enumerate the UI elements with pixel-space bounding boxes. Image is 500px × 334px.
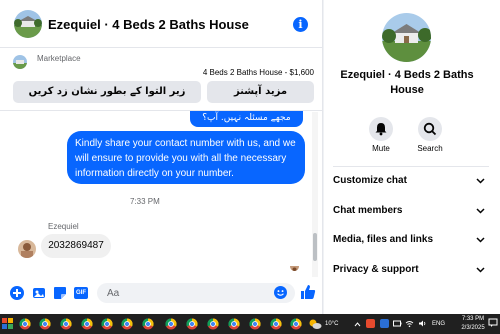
taskbar-app-icon[interactable]: [101, 318, 113, 330]
tray-app-icon[interactable]: [366, 319, 375, 328]
marketplace-card: Marketplace 4 Beds 2 Baths House - $1,60…: [0, 48, 322, 111]
profile-title: Ezequiel · 4 Beds 2 Baths House: [340, 69, 474, 96]
taskbar-app-icon[interactable]: [142, 318, 154, 330]
taskbar-app-icon[interactable]: [207, 318, 219, 330]
chat-panel: Ezequiel · 4 Beds 2 Baths House i Market…: [0, 0, 323, 314]
chat-title[interactable]: Ezequiel · 4 Beds 2 Baths House: [48, 17, 249, 32]
mark-pending-button[interactable]: زیر التوا کے بطور نشان زد کریں: [13, 81, 201, 103]
gif-icon[interactable]: GIF: [74, 287, 88, 299]
plus-icon[interactable]: [10, 286, 24, 300]
media-files-links-label: Media, files and links: [333, 234, 434, 245]
mute-button[interactable]: [369, 117, 393, 141]
sender-avatar[interactable]: [18, 240, 36, 258]
panel-divider: [333, 166, 489, 167]
chevron-down-icon: [476, 178, 485, 184]
input-language[interactable]: ENG: [432, 314, 445, 334]
notification-icon[interactable]: [488, 318, 498, 328]
chevron-down-icon: [476, 208, 485, 214]
weather-temperature[interactable]: 10°C: [325, 314, 338, 334]
battery-icon[interactable]: [393, 319, 402, 328]
privacy-support-label: Privacy & support: [333, 264, 419, 275]
more-options-button[interactable]: مزید آپشنز: [207, 81, 314, 103]
weather-icon[interactable]: [308, 317, 322, 331]
outgoing-message[interactable]: Kindly share your contact number with us…: [67, 131, 305, 184]
messenger-window: Ezequiel · 4 Beds 2 Baths House i Market…: [0, 0, 500, 314]
listing-title-price[interactable]: 4 Beds 2 Baths House - $1,600: [203, 68, 314, 77]
search-icon: [423, 122, 437, 136]
customize-chat-label: Customize chat: [333, 175, 407, 186]
taskbar-app-icon[interactable]: [165, 318, 177, 330]
info-icon[interactable]: i: [293, 17, 308, 32]
chat-header: Ezequiel · 4 Beds 2 Baths House i: [0, 0, 322, 48]
taskbar-app-icon[interactable]: [290, 318, 302, 330]
taskbar-app-icon[interactable]: [186, 318, 198, 330]
media-files-links-row[interactable]: Media, files and links: [333, 229, 485, 251]
start-icon[interactable]: [2, 318, 14, 330]
taskbar-app-icon[interactable]: [60, 318, 72, 330]
chevron-down-icon: [476, 237, 485, 243]
chevron-up-icon[interactable]: [354, 321, 361, 327]
bell-icon: [375, 123, 387, 136]
profile-avatar[interactable]: [382, 13, 431, 62]
chat-members-label: Chat members: [333, 205, 403, 216]
like-icon[interactable]: [300, 284, 316, 300]
sticker-icon[interactable]: [53, 286, 67, 300]
sender-name: Ezequiel: [48, 222, 79, 231]
clock-date: 2/3/2025: [461, 325, 485, 331]
marketplace-label: Marketplace: [37, 54, 81, 63]
seen-avatar-icon: [290, 262, 299, 271]
taskbar-app-icon[interactable]: [270, 318, 282, 330]
taskbar-clock[interactable]: 7:33 PM 2/3/2025: [460, 315, 486, 333]
chat-members-row[interactable]: Chat members: [333, 200, 485, 222]
clock-time: 7:33 PM: [461, 316, 485, 322]
taskbar-app-icon[interactable]: [81, 318, 93, 330]
listing-thumbnail[interactable]: [13, 55, 27, 69]
outgoing-message-urdu[interactable]: مجھے مسئلہ نہیں. آپ؟: [190, 111, 303, 127]
mute-label: Mute: [372, 144, 390, 153]
volume-icon[interactable]: [418, 319, 427, 328]
search-button[interactable]: [418, 117, 442, 141]
incoming-message[interactable]: 2032869487: [41, 234, 111, 258]
chat-scrollbar-thumb[interactable]: [313, 233, 317, 261]
emoji-icon[interactable]: [274, 286, 287, 299]
wifi-icon[interactable]: [405, 319, 414, 328]
message-timestamp: 7:33 PM: [130, 197, 160, 206]
photo-icon[interactable]: [32, 286, 46, 300]
tray-app-icon[interactable]: [380, 319, 389, 328]
privacy-support-row[interactable]: Privacy & support: [333, 259, 485, 281]
customize-chat-row[interactable]: Customize chat: [333, 170, 485, 192]
chevron-down-icon: [476, 267, 485, 273]
search-label: Search: [417, 144, 443, 153]
chat-avatar[interactable]: [14, 10, 42, 38]
taskbar-app-icon[interactable]: [228, 318, 240, 330]
taskbar-app-icon[interactable]: [39, 318, 51, 330]
taskbar-app-icon[interactable]: [19, 318, 31, 330]
taskbar-app-icon[interactable]: [249, 318, 261, 330]
taskbar-app-icon[interactable]: [121, 318, 133, 330]
message-input[interactable]: [97, 283, 295, 303]
